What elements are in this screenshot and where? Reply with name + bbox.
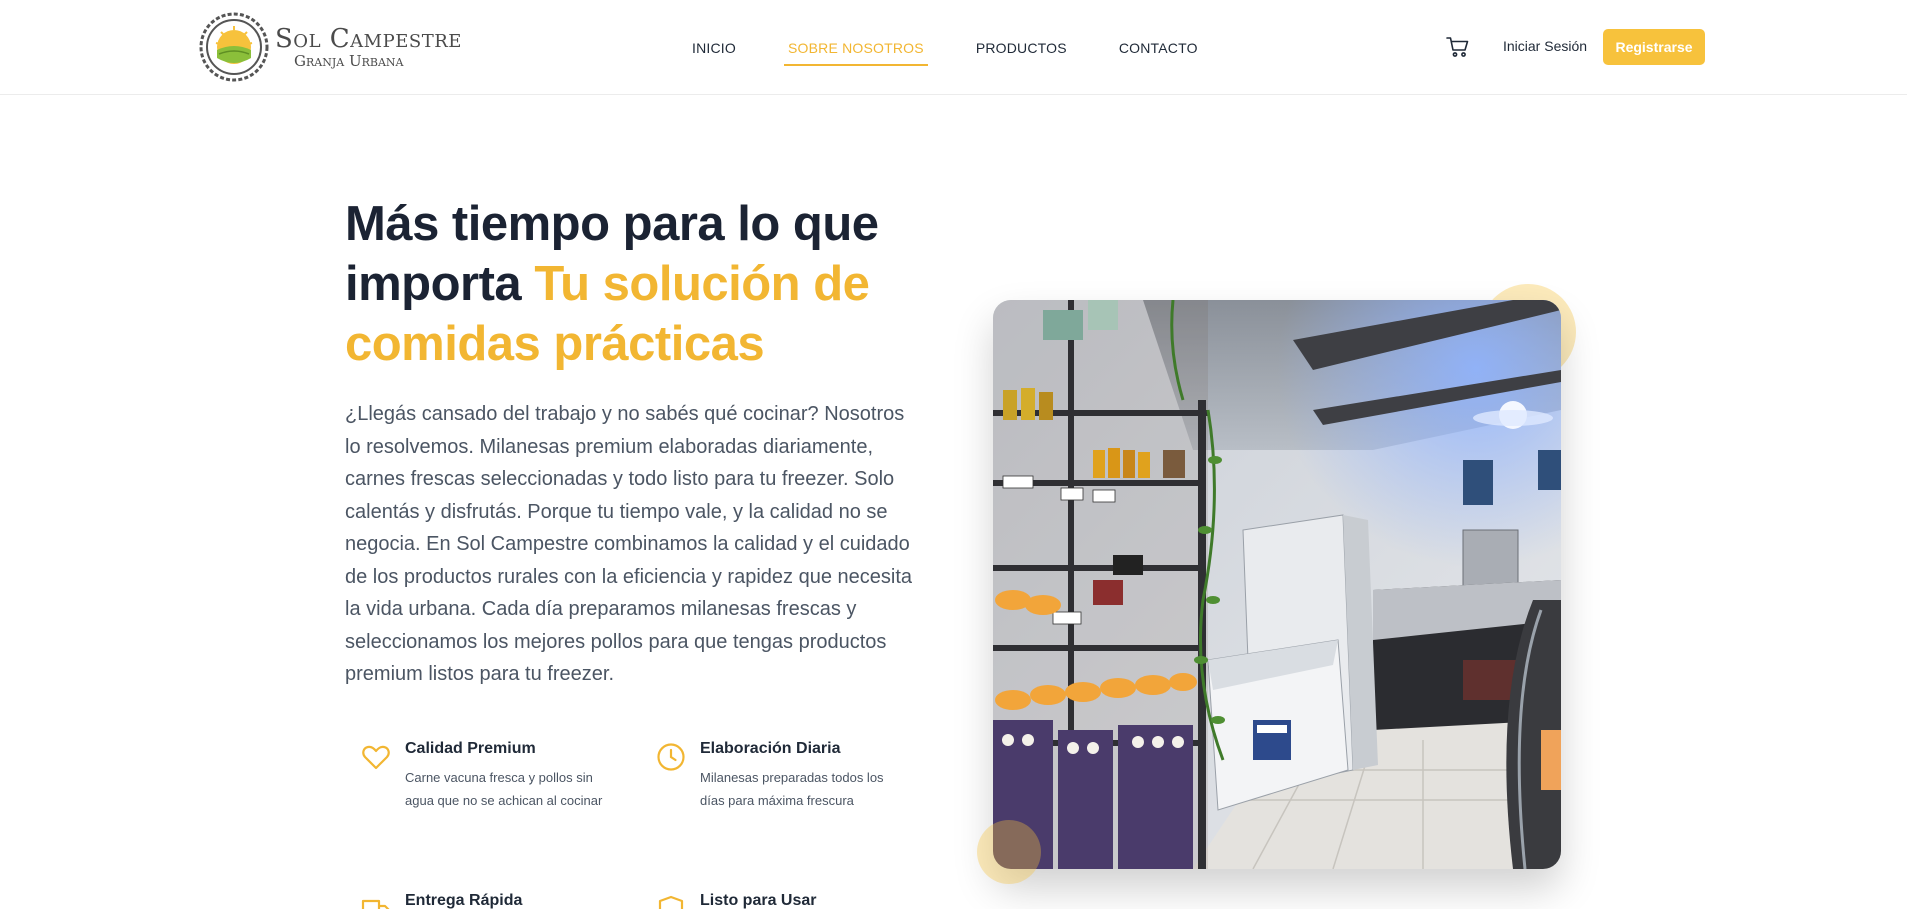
heart-icon <box>362 745 390 770</box>
main-nav: INICIO SOBRE NOSOTROS PRODUCTOS CONTACTO <box>690 0 1248 95</box>
decorative-circle <box>977 820 1041 884</box>
truck-icon <box>361 899 390 909</box>
nav-item-productos[interactable]: PRODUCTOS <box>974 32 1069 64</box>
login-link[interactable]: Iniciar Sesión <box>1503 38 1587 54</box>
feature-description: Carne vacuna fresca y pollos sin agua qu… <box>405 770 603 808</box>
feature-title: Calidad Premium <box>405 740 536 757</box>
feature-title: Listo para Usar <box>700 892 817 909</box>
shopping-cart-icon[interactable] <box>1446 36 1470 58</box>
nav-item-inicio[interactable]: INICIO <box>690 32 738 64</box>
brand-tagline: Granja Urbana <box>294 51 404 70</box>
clock-icon <box>657 743 685 771</box>
site-header: Sol Campestre Granja Urbana INICIO SOBRE… <box>0 0 1907 95</box>
brand-name: Sol Campestre <box>275 23 462 54</box>
shop-interior-illustration <box>993 300 1561 869</box>
sun-badge-logo-icon <box>199 12 269 82</box>
brand-logo[interactable]: Sol Campestre Granja Urbana <box>199 12 462 82</box>
feature-title: Entrega Rápida <box>405 892 523 909</box>
hero-description: ¿Llegás cansado del trabajo y no sabés q… <box>345 403 912 685</box>
shop-interior-image <box>993 300 1561 869</box>
nav-item-sobre-nosotros[interactable]: SOBRE NOSOTROS <box>783 32 928 66</box>
shield-icon <box>658 895 684 909</box>
hero-title: Más tiempo para lo que importa Tu soluci… <box>345 194 945 374</box>
nav-item-contacto[interactable]: CONTACTO <box>1117 32 1200 64</box>
feature-title: Elaboración Diaria <box>700 740 841 757</box>
register-button[interactable]: Registrarse <box>1603 29 1705 65</box>
feature-description: Milanesas preparadas todos los días para… <box>700 770 884 808</box>
